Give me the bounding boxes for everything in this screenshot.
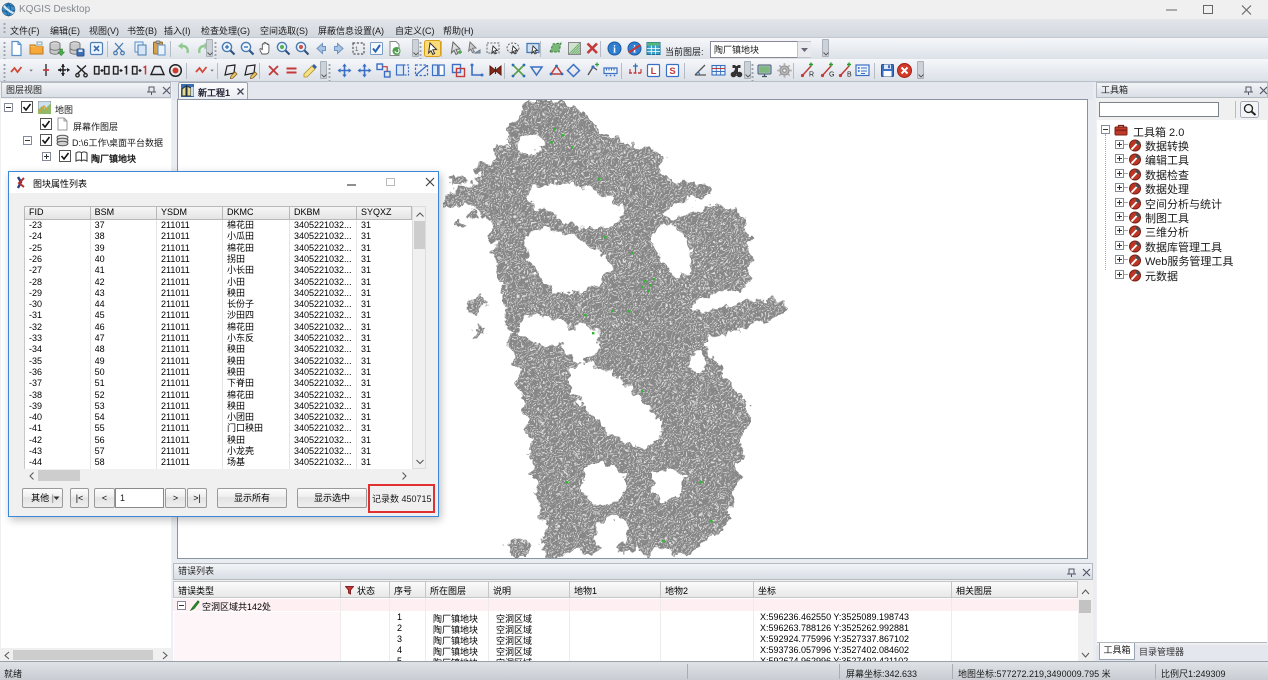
svg-text:S: S [669,66,675,77]
svg-text:R: R [809,72,814,79]
svg-text:L: L [651,66,657,77]
svg-text:i: i [613,44,616,55]
svg-text:G: G [829,72,834,79]
svg-text:1: 1 [355,47,359,53]
svg-text:B: B [847,72,852,79]
